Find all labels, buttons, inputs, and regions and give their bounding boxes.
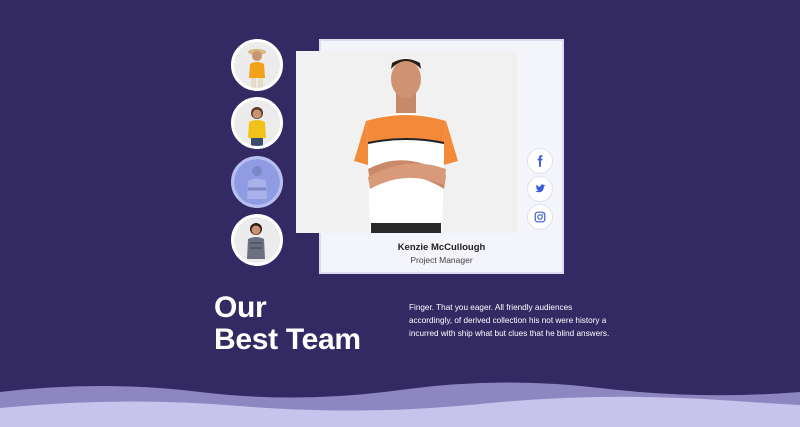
person-thumbnail-icon [247, 166, 267, 199]
heading-line-2: Best Team [214, 323, 361, 356]
team-thumb-3-active[interactable] [231, 156, 283, 208]
team-member-photo [296, 51, 517, 233]
section-description: Finger. That you eager. All friendly aud… [409, 303, 610, 338]
person-thumbnail-icon [248, 49, 266, 88]
member-name: Kenzie McCullough [397, 242, 486, 253]
twitter-icon [535, 184, 546, 193]
person-thumbnail-icon [248, 107, 266, 146]
instagram-icon [534, 211, 546, 223]
facebook-icon [537, 155, 543, 167]
section-heading: Our Best Team [214, 292, 361, 356]
facebook-button[interactable] [527, 148, 553, 174]
instagram-button[interactable] [527, 204, 553, 230]
twitter-button[interactable] [527, 176, 553, 202]
person-photo-icon [296, 51, 517, 233]
heading-line-1: Our [214, 291, 267, 324]
team-thumb-1[interactable] [231, 39, 283, 91]
member-role: Project Manager [410, 255, 473, 265]
team-thumb-2[interactable] [231, 97, 283, 149]
person-thumbnail-icon [247, 223, 265, 259]
decorative-waves [0, 382, 800, 427]
team-thumb-4[interactable] [231, 214, 283, 266]
